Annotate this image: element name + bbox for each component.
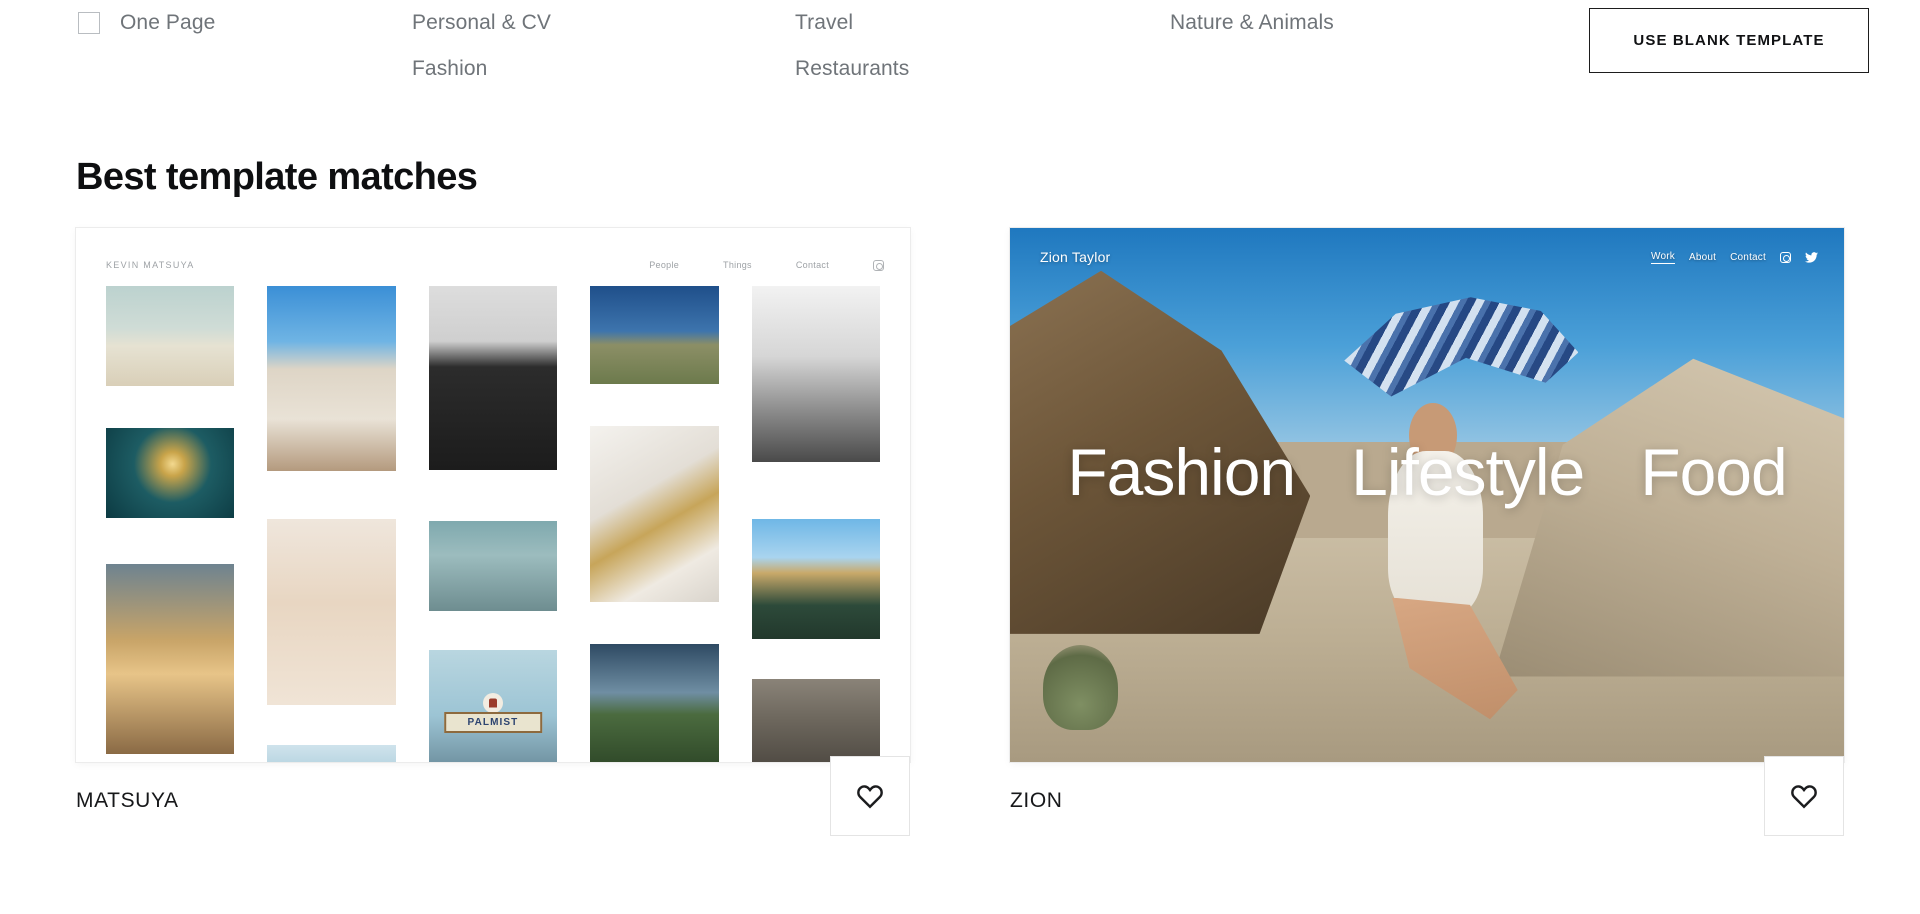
zion-preview-logo: Zion Taylor [1040, 249, 1111, 265]
template-preview-matsuya[interactable]: KEVIN MATSUYA People Things Contact PALM… [76, 228, 910, 762]
zion-preview-nav: Zion Taylor Work About Contact [1010, 244, 1844, 270]
page-title: Best template matches [76, 156, 478, 198]
template-card-matsuya[interactable]: KEVIN MATSUYA People Things Contact PALM… [76, 228, 910, 840]
photo-tile [590, 286, 719, 384]
nav-link-work: Work [1651, 250, 1675, 264]
filter-one-page[interactable]: One Page [78, 0, 215, 46]
filter-label: One Page [120, 11, 216, 34]
filter-bar: One Page Personal & CV Fashion Travel Re… [0, 0, 1920, 98]
filter-column-3: Travel Restaurants [795, 0, 909, 92]
filter-label: Travel [795, 11, 854, 34]
hero-word-fashion: Fashion [1067, 435, 1296, 509]
heart-icon [857, 785, 883, 809]
photo-tile-palmist: PALMIST [428, 650, 558, 762]
one-page-checkbox[interactable] [78, 12, 100, 34]
photo-tile [106, 286, 235, 386]
photo-tile [106, 428, 235, 518]
hand-icon [482, 693, 503, 714]
instagram-icon [873, 259, 884, 271]
card-footer-zion: ZION [1010, 756, 1844, 840]
photo-column: PALMIST [428, 286, 558, 762]
favorite-button[interactable] [830, 756, 910, 836]
photo-tile [428, 286, 558, 470]
matsuya-preview-nav: KEVIN MATSUYA People Things Contact [76, 250, 910, 280]
filter-column-4: Nature & Animals [1170, 0, 1334, 46]
palmist-sign-text: PALMIST [444, 712, 542, 734]
matsuya-preview-links: People Things Contact [649, 259, 884, 271]
zion-preview-links: Work About Contact [1651, 251, 1818, 264]
photo-tile [428, 521, 558, 611]
template-cards: KEVIN MATSUYA People Things Contact PALM… [76, 228, 1844, 840]
photo-column [267, 286, 396, 762]
photo-tile [590, 426, 719, 602]
photo-column [751, 286, 880, 762]
hero-word-food: Food [1640, 435, 1787, 509]
nav-link-about: About [1688, 251, 1717, 263]
filter-label: Personal & CV [412, 11, 552, 34]
filter-label: Fashion [412, 57, 488, 80]
photo-tile [751, 679, 880, 762]
nav-link-contact: Contact [795, 260, 829, 270]
template-name: MATSUYA [76, 789, 179, 812]
heart-icon [1791, 785, 1817, 809]
card-footer-matsuya: MATSUYA [76, 756, 910, 840]
template-card-zion[interactable]: Zion Taylor Work About Contact Fashion L… [1010, 228, 1844, 840]
bush [1043, 644, 1119, 730]
matsuya-photo-grid: PALMIST [106, 286, 880, 762]
instagram-icon [1780, 251, 1791, 263]
photo-column [590, 286, 719, 762]
filter-personal-cv[interactable]: Personal & CV [412, 0, 551, 46]
filter-nature-animals[interactable]: Nature & Animals [1170, 0, 1334, 46]
nav-link-things: Things [723, 260, 752, 270]
filter-label: Nature & Animals [1170, 11, 1334, 34]
photo-tile [751, 519, 880, 639]
model-figure [1327, 297, 1579, 720]
filter-restaurants[interactable]: Restaurants [795, 46, 909, 92]
filter-column-1: One Page [78, 0, 215, 46]
filter-travel[interactable]: Travel [795, 0, 909, 46]
photo-tile [751, 286, 880, 462]
photo-tile [267, 519, 396, 705]
photo-column [106, 286, 235, 762]
filter-label: Restaurants [795, 57, 910, 80]
favorite-button[interactable] [1764, 756, 1844, 836]
matsuya-preview-logo: KEVIN MATSUYA [106, 260, 195, 270]
twitter-icon [1805, 251, 1818, 263]
template-preview-zion[interactable]: Zion Taylor Work About Contact Fashion L… [1010, 228, 1844, 762]
hero-word-lifestyle: Lifestyle [1351, 435, 1585, 509]
filter-column-2: Personal & CV Fashion [412, 0, 551, 92]
zion-hero-text: Fashion Lifestyle Food [1010, 434, 1844, 510]
photo-tile [590, 644, 719, 762]
photo-tile [106, 564, 235, 754]
photo-tile [267, 745, 396, 762]
photo-tile [267, 286, 396, 471]
nav-link-people: People [649, 260, 680, 270]
use-blank-template-button[interactable]: USE BLANK TEMPLATE [1589, 8, 1869, 73]
model-legs [1391, 597, 1518, 720]
scarf [1344, 297, 1579, 397]
template-name: ZION [1010, 789, 1063, 812]
nav-link-contact: Contact [1730, 251, 1766, 263]
filter-fashion[interactable]: Fashion [412, 46, 551, 92]
